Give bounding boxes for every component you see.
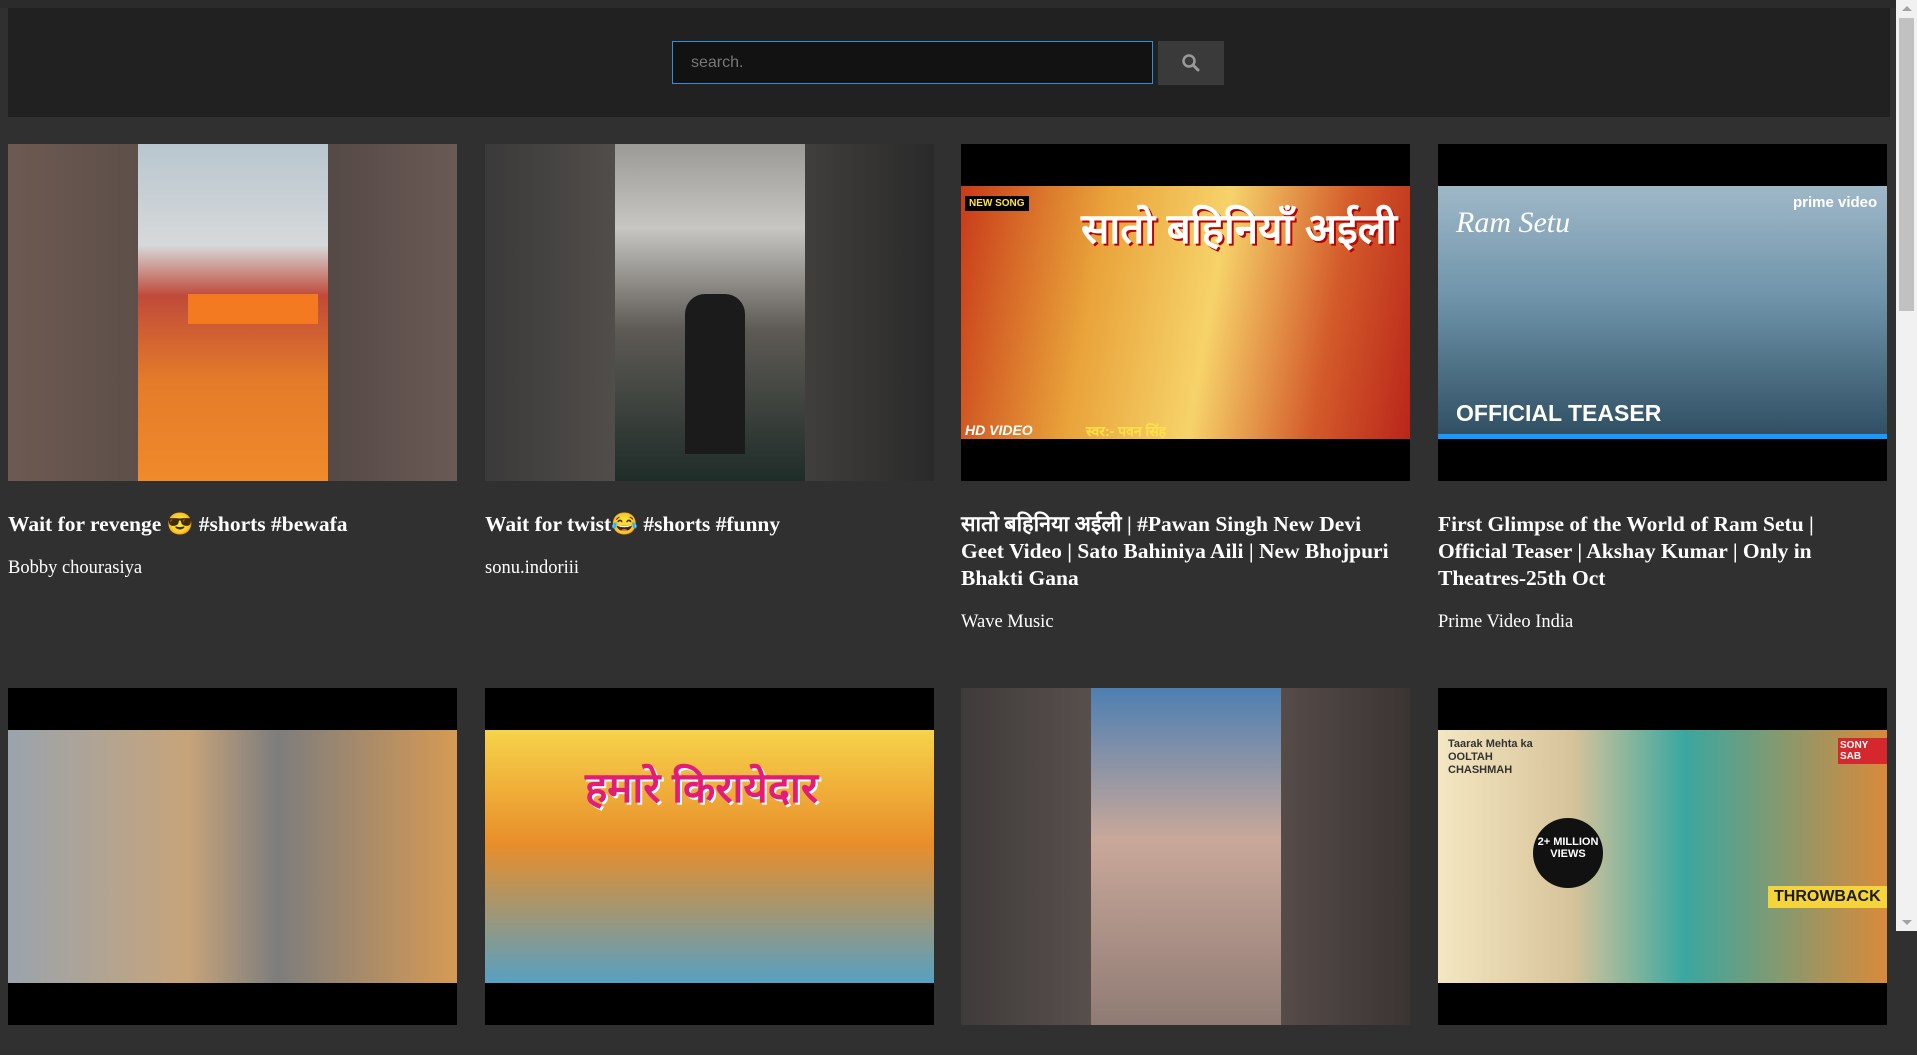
thumb-caption: OFFICIAL TEASER: [1456, 400, 1662, 426]
thumb-title: हमारे किरायेदार: [585, 764, 819, 811]
video-card[interactable]: Ram Setu prime video OFFICIAL TEASER Fir…: [1438, 144, 1887, 633]
scroll-down-arrow-icon[interactable]: [1902, 920, 1912, 925]
video-title[interactable]: First Glimpse of the World of Ram Setu |…: [1438, 511, 1887, 592]
video-card[interactable]: [961, 688, 1410, 1055]
video-thumbnail[interactable]: हमारे किरायेदार: [485, 688, 934, 1025]
thumb-hd-label: HD VIDEO: [965, 422, 1033, 438]
thumb-brand: SONY SAB: [1838, 738, 1887, 764]
thumb-views-badge: 2+ MILLION VIEWS: [1533, 818, 1603, 888]
search-button[interactable]: [1158, 41, 1224, 85]
thumb-title: सातो बहिनियाँ अईली: [1081, 205, 1398, 252]
video-thumbnail[interactable]: [8, 688, 457, 1025]
thumb-singer: स्वर:- पवन सिंह: [1086, 423, 1167, 439]
video-thumbnail[interactable]: [961, 688, 1410, 1025]
video-card[interactable]: Wait for revenge 😎 #shorts #bewafa Bobby…: [8, 144, 457, 579]
video-card[interactable]: हमारे किरायेदार: [485, 688, 934, 1055]
scroll-up-arrow-icon[interactable]: [1902, 6, 1912, 11]
video-title[interactable]: Wait for twist😂 #shorts #funny: [485, 511, 934, 538]
thumb-badge: NEW SONG: [965, 196, 1029, 211]
search-header: [8, 8, 1890, 117]
video-card[interactable]: NEW SONG सातो बहिनियाँ अईली HD VIDEO स्व…: [961, 144, 1410, 633]
video-thumbnail[interactable]: [485, 144, 934, 481]
video-title[interactable]: Wait for revenge 😎 #shorts #bewafa: [8, 511, 457, 538]
search-input[interactable]: [672, 41, 1153, 84]
channel-name[interactable]: Bobby chourasiya: [8, 558, 457, 579]
channel-name[interactable]: Prime Video India: [1438, 612, 1887, 633]
video-thumbnail[interactable]: Ram Setu prime video OFFICIAL TEASER: [1438, 144, 1887, 481]
page-scrollbar[interactable]: [1896, 0, 1917, 931]
window-top-strip: [0, 0, 1896, 8]
video-card[interactable]: [8, 688, 457, 1055]
video-thumbnail[interactable]: Taarak Mehta ka OOLTAH CHASHMAH 2+ MILLI…: [1438, 688, 1887, 1025]
video-title[interactable]: सातो बहिनिया अईली | #Pawan Singh New Dev…: [961, 511, 1410, 592]
channel-name[interactable]: Wave Music: [961, 612, 1410, 633]
scrollbar-thumb[interactable]: [1899, 18, 1914, 311]
video-thumbnail[interactable]: NEW SONG सातो बहिनियाँ अईली HD VIDEO स्व…: [961, 144, 1410, 481]
thumb-show-title: Taarak Mehta ka OOLTAH CHASHMAH: [1448, 738, 1533, 776]
thumb-tag: THROWBACK: [1768, 886, 1887, 908]
thumb-brand: prime video: [1793, 194, 1878, 211]
video-thumbnail[interactable]: [8, 144, 457, 481]
video-card[interactable]: Wait for twist😂 #shorts #funny sonu.indo…: [485, 144, 934, 579]
search-icon: [1182, 54, 1200, 72]
video-card[interactable]: Taarak Mehta ka OOLTAH CHASHMAH 2+ MILLI…: [1438, 688, 1887, 1055]
thumb-logo: Ram Setu: [1456, 206, 1571, 239]
channel-name[interactable]: sonu.indoriii: [485, 558, 934, 579]
